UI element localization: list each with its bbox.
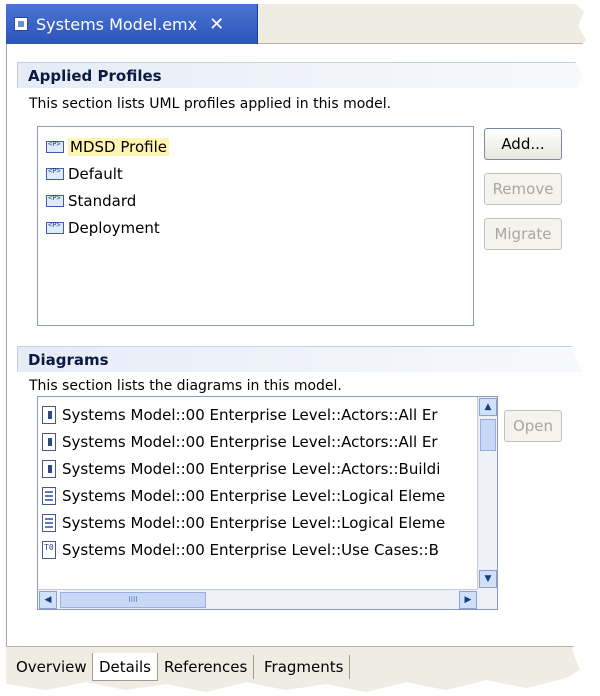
profile-label: Default <box>68 164 123 183</box>
remove-profile-button[interactable]: Remove <box>484 173 562 205</box>
list-item[interactable]: Systems Model::00 Enterprise Level::Logi… <box>38 509 478 536</box>
diagram-label: Systems Model::00 Enterprise Level::Acto… <box>62 459 441 478</box>
actor-diagram-icon <box>42 459 56 478</box>
actor-diagram-icon <box>42 405 56 424</box>
details-page: Applied Profiles This section lists UML … <box>6 44 586 646</box>
diagrams-description: This section lists the diagrams in this … <box>29 378 342 394</box>
tab-strip <box>258 4 586 44</box>
tab-references[interactable]: References <box>158 655 255 679</box>
list-item[interactable]: Systems Model::00 Enterprise Level::Acto… <box>38 455 478 482</box>
diagram-label: Systems Model::00 Enterprise Level::Acto… <box>62 432 438 451</box>
diagram-label: Systems Model::00 Enterprise Level::Logi… <box>62 486 446 505</box>
actor-diagram-icon <box>42 432 56 451</box>
tab-fragments[interactable]: Fragments <box>258 655 351 679</box>
list-item[interactable]: Deployment <box>38 214 473 241</box>
editor-window: Systems Model.emx ✕ Applied Profiles Thi… <box>6 4 586 692</box>
list-item[interactable]: Systems Model::00 Enterprise Level::Acto… <box>38 428 478 455</box>
diagrams-vertical-scrollbar[interactable]: ▲ ▼ <box>477 397 497 589</box>
profile-label: MDSD Profile <box>68 137 169 156</box>
profiles-list[interactable]: MDSD Profile Default Standard Deployment <box>37 126 474 326</box>
profile-icon <box>46 167 64 180</box>
scroll-grip-icon: IIII <box>128 595 138 604</box>
vertical-scroll-thumb[interactable] <box>480 419 496 451</box>
diagrams-list[interactable]: Systems Model::00 Enterprise Level::Acto… <box>37 396 498 610</box>
logical-diagram-icon <box>42 513 56 532</box>
tab-overview[interactable]: Overview <box>10 655 94 679</box>
add-profile-button[interactable]: Add... <box>484 128 562 160</box>
list-item[interactable]: Standard <box>38 187 473 214</box>
close-icon[interactable]: ✕ <box>209 14 224 35</box>
scroll-up-icon[interactable]: ▲ <box>479 398 497 416</box>
open-diagram-button[interactable]: Open <box>504 410 562 442</box>
usecase-diagram-icon <box>42 540 56 559</box>
scroll-left-icon[interactable]: ◀ <box>39 591 57 609</box>
tab-details[interactable]: Details <box>92 653 159 681</box>
diagrams-header[interactable]: Diagrams <box>17 346 586 372</box>
profile-icon <box>46 140 64 153</box>
list-item[interactable]: Default <box>38 160 473 187</box>
editor-tab[interactable]: Systems Model.emx ✕ <box>6 4 258 44</box>
scroll-right-icon[interactable]: ▶ <box>459 591 477 609</box>
list-item[interactable]: Systems Model::00 Enterprise Level::Acto… <box>38 401 478 428</box>
profile-label: Deployment <box>68 218 160 237</box>
diagram-label: Systems Model::00 Enterprise Level::Use … <box>62 540 439 559</box>
editor-tab-title: Systems Model.emx <box>36 14 198 34</box>
scroll-down-icon[interactable]: ▼ <box>479 570 497 588</box>
applied-profiles-description: This section lists UML profiles applied … <box>29 96 392 112</box>
diagram-label: Systems Model::00 Enterprise Level::Acto… <box>62 405 438 424</box>
page-tab-bar: Overview Details References Fragments <box>6 646 586 692</box>
diagrams-horizontal-scrollbar[interactable]: ◀ IIII ▶ <box>38 589 478 609</box>
applied-profiles-header[interactable]: Applied Profiles <box>17 62 586 88</box>
scroll-corner <box>477 589 497 609</box>
logical-diagram-icon <box>42 486 56 505</box>
model-file-icon <box>14 17 28 31</box>
profile-icon <box>46 221 64 234</box>
list-item[interactable]: Systems Model::00 Enterprise Level::Use … <box>38 536 478 563</box>
migrate-profile-button[interactable]: Migrate <box>484 218 562 250</box>
horizontal-scroll-thumb[interactable]: IIII <box>60 592 206 608</box>
profile-label: Standard <box>68 191 137 210</box>
diagram-label: Systems Model::00 Enterprise Level::Logi… <box>62 513 446 532</box>
profile-icon <box>46 194 64 207</box>
list-item[interactable]: Systems Model::00 Enterprise Level::Logi… <box>38 482 478 509</box>
list-item[interactable]: MDSD Profile <box>38 133 473 160</box>
